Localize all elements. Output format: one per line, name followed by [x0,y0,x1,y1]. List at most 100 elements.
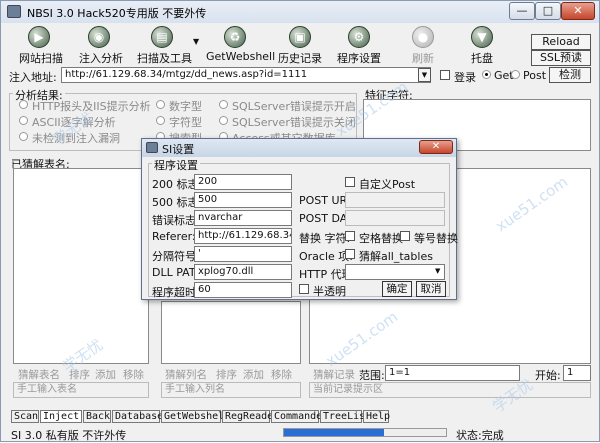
inject-address-label: 注入地址: [9,71,57,84]
range-label: 范围: [359,369,385,382]
tab-getwebshell[interactable]: GetWebshell [161,410,230,423]
detect-button[interactable]: 检测 [549,67,591,83]
reload-button[interactable]: Reload [531,34,591,50]
toolbar-history-button[interactable]: ▣ 历史记录 [278,26,322,68]
tab-inject[interactable]: Inject [40,410,82,423]
toolbar-settings-button[interactable]: ⚙ 程序设置 [337,26,381,68]
guess-records-button[interactable]: 猜解记录 [313,367,355,382]
guess-tables-button[interactable]: 猜解表名 [18,367,60,382]
dialog-close-button[interactable]: ✕ [419,140,453,154]
toolbar-scan-tools-button[interactable]: ▤ 扫描及工具 [137,26,192,68]
add-table-button[interactable]: 添加 [95,367,116,382]
space-replace-checkbox[interactable] [345,231,355,241]
app-icon [7,5,21,18]
referer-input[interactable]: http://61.129.68.34/mtgz/d [194,228,292,244]
start-label: 开始: [535,369,561,382]
scan-tools-dropdown-arrow[interactable]: ▼ [193,37,199,46]
manual-column-input[interactable]: 手工输入列名 [161,382,301,398]
url-dropdown-arrow[interactable]: ▼ [418,68,431,82]
get-radio[interactable] [482,70,491,79]
tab-regreader[interactable]: RegReader [222,410,279,423]
custom-post-checkbox[interactable] [345,177,355,187]
post-radio[interactable] [511,70,520,79]
equal-replace-label: 等号替换 [414,232,458,245]
proxy-dropdown-arrow[interactable]: ▼ [435,267,440,275]
manual-table-input[interactable]: 手工输入表名 [13,382,149,398]
type-option: 数字型 [169,100,202,113]
maximize-button[interactable]: □ [535,2,561,20]
replace-label: 替换 字符: [299,232,351,245]
tab-database[interactable]: Database [112,410,163,423]
scan-tools-icon: ▤ [151,26,173,48]
tab-commander[interactable]: Commander [271,410,328,423]
guess-columns-button[interactable]: 猜解列名 [165,367,207,382]
recycle-icon: ♻ [224,26,246,48]
status-right-text: 状态:完成 [456,429,504,442]
post-url-input[interactable] [345,192,445,208]
proxy-select[interactable] [345,264,445,280]
analysis-option: HTTP报头及IIS提示分析 [32,100,151,113]
analysis-radio-2[interactable] [19,116,28,125]
minimize-button[interactable]: — [509,2,535,20]
sort-columns-button[interactable]: 排序 [216,367,237,382]
title-bar[interactable]: NBSI 3.0 Hack520专用版 不要外传 — □ ✕ [1,1,599,23]
remove-table-button[interactable]: 移除 [123,367,144,382]
db-radio-sqlserver-off[interactable] [219,116,228,125]
all-tables-checkbox[interactable] [345,249,355,259]
toolbar-tray-button[interactable]: ▼ 托盘 [465,26,499,68]
ssl-preread-button[interactable]: SSL预读 [531,50,591,66]
db-option: SQLServer错误提示开启 [232,100,356,113]
dialog-title-bar[interactable]: SI设置 ✕ [142,139,456,157]
refresh-icon: ● [412,26,434,48]
all-tables-label: 猜解all_tables [359,250,433,263]
post-label: Post [523,69,547,82]
toolbar-site-scan-button[interactable]: ▶ 网站扫描 [19,26,63,68]
tab-back[interactable]: Back [83,410,111,423]
flag500-input[interactable]: 500 [194,192,292,208]
group-label: 程序设置 [152,157,200,173]
toolbar-getwebshell-button[interactable]: ♻ GetWebshell [206,26,275,68]
tray-icon: ▼ [471,26,493,48]
dll-path-input[interactable]: xplog70.dll [194,264,292,280]
semi-transparent-label: 半透明 [313,285,346,298]
cancel-button[interactable]: 取消 [416,281,446,297]
flag200-input[interactable]: 200 [194,174,292,190]
tab-treelist[interactable]: TreeList [320,410,371,423]
add-column-button[interactable]: 添加 [243,367,264,382]
columns-list[interactable] [161,301,301,364]
type-radio-string[interactable] [156,116,165,125]
separator-label: 分隔符号: [152,250,200,263]
separator-input[interactable]: ' [194,246,292,262]
progress-bar [283,428,447,437]
analysis-option: ASCII逐字解分析 [32,116,116,129]
sort-tables-button[interactable]: 排序 [69,367,90,382]
start-input[interactable]: 1 [563,365,591,381]
ok-button[interactable]: 确定 [382,281,412,297]
progress-fill [284,429,385,436]
post-data-input[interactable] [345,210,445,226]
tab-help[interactable]: Help [363,410,390,423]
space-replace-label: 空格替换 [359,232,403,245]
analysis-option: 未检测到注入漏洞 [32,132,120,145]
timeout-input[interactable]: 60 [194,282,292,298]
semi-transparent-checkbox[interactable] [299,284,309,294]
login-checkbox[interactable] [440,70,450,80]
type-radio-number[interactable] [156,100,165,109]
range-input[interactable]: 1=1 [385,365,520,381]
remove-column-button[interactable]: 移除 [271,367,292,382]
window-title: NBSI 3.0 Hack520专用版 不要外传 [27,7,207,20]
analysis-radio-3[interactable] [19,132,28,141]
tables-list[interactable] [13,168,149,364]
inject-url-input[interactable]: http://61.129.68.34/mtgz/dd_news.asp?id=… [61,67,431,83]
toolbar-refresh-button[interactable]: ● 刷新 [406,26,440,68]
tab-scan[interactable]: Scan [11,410,39,423]
equal-replace-checkbox[interactable] [400,231,410,241]
globe-scan-icon: ▶ [28,26,50,48]
si-settings-dialog: SI设置 ✕ 程序设置 200 标志: 200 500 标志: 500 错误标志… [141,138,458,300]
toolbar-inject-analysis-button[interactable]: ◉ 注入分析 [79,26,123,68]
analysis-radio-1[interactable] [19,100,28,109]
close-button[interactable]: ✕ [561,2,595,20]
db-radio-sqlserver-on[interactable] [219,100,228,109]
error-flag-input[interactable]: nvarchar [194,210,292,226]
status-left-text: SI 3.0 私有版 不许外传 [11,429,127,442]
